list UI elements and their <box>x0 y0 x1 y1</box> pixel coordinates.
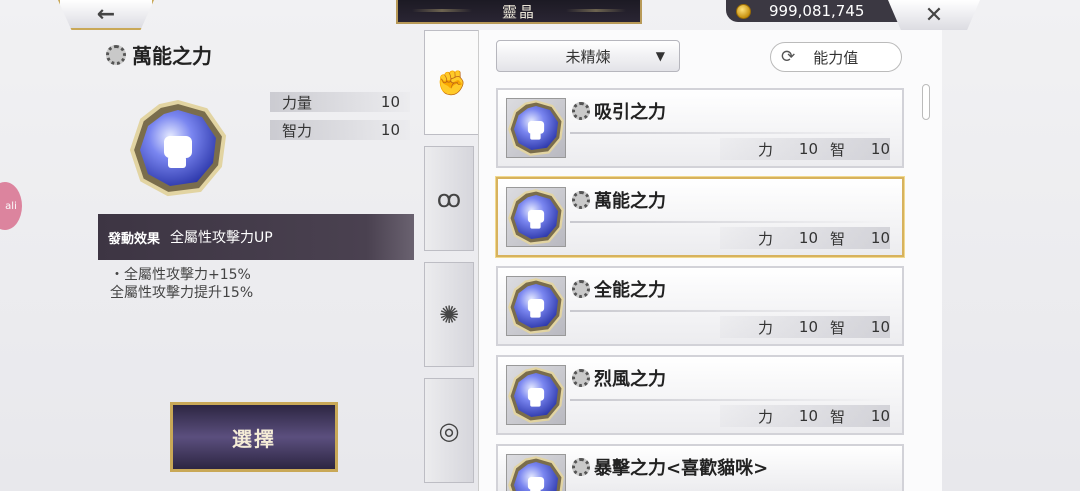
effect-header: 發動效果 <box>108 231 161 247</box>
int-value: 10 <box>870 318 890 336</box>
detail-stat-intelligence: 智力 10 <box>270 120 410 140</box>
crystal-card[interactable]: 吸引之力 力 10 智 10 <box>496 88 904 168</box>
page-title: 靈晶 <box>396 0 642 24</box>
int-label: 智 <box>830 407 846 426</box>
gem-thumbnail <box>506 276 566 336</box>
tab-fist[interactable]: ✊ <box>424 30 478 135</box>
star-burst-icon: ✺ <box>438 300 460 329</box>
effect-line: 全屬性攻擊力提升15% <box>110 285 254 301</box>
gear-icon <box>572 280 590 298</box>
refine-value: 未精煉 <box>565 47 611 66</box>
divider <box>570 399 890 401</box>
refine-filter-select[interactable]: 未精煉 ▼ <box>496 40 680 72</box>
divider <box>570 132 890 134</box>
int-label: 智 <box>830 229 846 248</box>
gem-thumbnail <box>506 454 566 491</box>
stat-sort-toggle[interactable]: ⟳ 能力值 <box>770 42 902 72</box>
card-name: 吸引之力 <box>594 102 666 123</box>
select-button[interactable]: 選擇 <box>170 402 338 472</box>
gem-icon <box>507 188 565 246</box>
str-label: 力 <box>758 229 774 248</box>
divider <box>570 221 890 223</box>
currency-amount: 999,081,745 <box>769 2 865 20</box>
card-name: 烈風之力 <box>594 369 666 390</box>
gear-icon <box>572 191 590 209</box>
effect-bar: 發動效果 全屬性攻擊力UP <box>98 214 414 260</box>
str-label: 力 <box>758 318 774 337</box>
close-icon: ✕ <box>924 2 944 28</box>
crystal-card[interactable]: 全能之力 力 10 智 10 <box>496 266 904 346</box>
card-name: 萬能之力 <box>594 191 666 212</box>
coin-icon <box>736 3 751 19</box>
gem-icon <box>507 455 565 491</box>
back-button[interactable]: ← <box>58 0 154 30</box>
int-value: 10 <box>870 407 890 425</box>
close-button[interactable]: ✕ <box>888 0 980 30</box>
str-value: 10 <box>798 229 818 247</box>
str-value: 10 <box>798 140 818 158</box>
tab-wind[interactable]: ꝏ <box>424 146 474 251</box>
gem-icon <box>507 366 565 424</box>
divider <box>570 310 890 312</box>
stat-value: 10 <box>380 121 400 139</box>
refresh-icon: ⟳ <box>781 47 796 67</box>
arrow-left-icon: ← <box>96 1 116 27</box>
crystal-card-selected[interactable]: 萬能之力 力 10 智 10 <box>496 177 904 257</box>
list-scrollbar[interactable] <box>922 84 930 120</box>
stat-toggle-label: 能力值 <box>813 48 859 67</box>
stat-value: 10 <box>380 93 400 111</box>
str-value: 10 <box>798 318 818 336</box>
tab-star[interactable]: ✺ <box>424 262 474 367</box>
currency-display: 999,081,745 <box>726 0 916 22</box>
str-label: 力 <box>758 407 774 426</box>
int-label: 智 <box>830 318 846 337</box>
stat-label: 智力 <box>282 121 313 140</box>
tab-spiral[interactable]: ◎ <box>424 378 474 483</box>
spiral-icon: ◎ <box>438 416 460 445</box>
int-value: 10 <box>870 140 890 158</box>
fist-icon: ✊ <box>436 68 467 97</box>
gem-thumbnail <box>506 187 566 247</box>
detail-title: 萬能之力 <box>106 40 212 69</box>
gear-icon <box>106 44 126 65</box>
gem-thumbnail <box>506 98 566 158</box>
card-stats: 力 10 智 10 <box>720 316 890 338</box>
card-name: 全能之力 <box>594 280 666 301</box>
str-label: 力 <box>758 140 774 159</box>
stat-label: 力量 <box>282 93 313 112</box>
gem-icon <box>507 277 565 335</box>
effect-title: 全屬性攻擊力UP <box>170 230 273 246</box>
detail-name: 萬能之力 <box>132 44 212 68</box>
card-name: 暴擊之力<喜歡貓咪> <box>594 458 769 479</box>
int-value: 10 <box>870 229 890 247</box>
chevron-down-icon: ▼ <box>655 49 665 63</box>
gear-icon <box>572 458 590 476</box>
str-value: 10 <box>798 407 818 425</box>
effect-line: ・全屬性攻擊力+15% <box>110 267 251 283</box>
side-floating-badge[interactable]: ali <box>0 182 22 230</box>
gear-icon <box>572 369 590 387</box>
card-stats: 力 10 智 10 <box>720 227 890 249</box>
crystal-card[interactable]: 烈風之力 力 10 智 10 <box>496 355 904 435</box>
gear-icon <box>572 102 590 120</box>
gem-thumbnail <box>506 365 566 425</box>
swirl-plus-icon: ꝏ <box>436 184 462 213</box>
card-stats: 力 10 智 10 <box>720 138 890 160</box>
crystal-card[interactable]: 暴擊之力<喜歡貓咪> <box>496 444 904 491</box>
card-stats: 力 10 智 10 <box>720 405 890 427</box>
gem-icon <box>507 99 565 157</box>
gem-large-icon <box>128 98 228 198</box>
detail-stat-strength: 力量 10 <box>270 92 410 112</box>
int-label: 智 <box>830 140 846 159</box>
effect-description: ・全屬性攻擊力+15% 全屬性攻擊力提升15% <box>110 266 253 302</box>
